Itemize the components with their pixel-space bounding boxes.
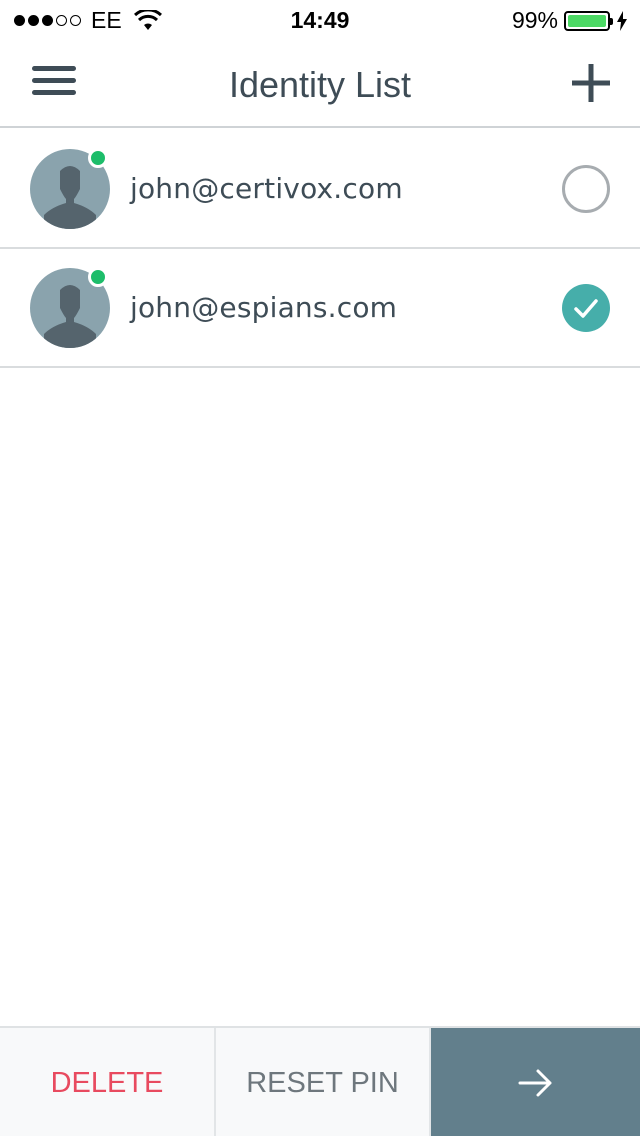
- identity-list: john@certivox.com john@espians.com: [0, 130, 640, 368]
- checkmark-icon: [574, 298, 598, 318]
- online-status-indicator: [88, 148, 108, 168]
- status-bar: EE 14:49 99%: [0, 0, 640, 40]
- delete-button[interactable]: DELETE: [0, 1028, 216, 1136]
- screen: EE 14:49 99% Identity List john@certivox…: [0, 0, 640, 1136]
- select-identity-radio[interactable]: [562, 283, 610, 332]
- battery-icon: [564, 10, 613, 31]
- bottom-action-bar: DELETE RESET PIN: [0, 1026, 640, 1136]
- identity-email: john@certivox.com: [130, 172, 403, 205]
- battery-percent: 99%: [511, 7, 558, 33]
- identity-email: john@espians.com: [130, 291, 398, 324]
- select-identity-radio[interactable]: [562, 164, 610, 213]
- reset-pin-button[interactable]: RESET PIN: [216, 1028, 431, 1136]
- add-identity-button[interactable]: [572, 64, 610, 102]
- arrow-right-icon: [518, 1069, 551, 1097]
- header: Identity List: [0, 40, 640, 128]
- status-right: 99%: [512, 7, 628, 34]
- identity-row[interactable]: john@certivox.com: [0, 130, 640, 249]
- charging-icon: [617, 10, 627, 31]
- page-title: Identity List: [228, 64, 412, 105]
- identity-row[interactable]: john@espians.com: [0, 249, 640, 368]
- online-status-indicator: [88, 267, 108, 287]
- next-button[interactable]: [431, 1028, 640, 1136]
